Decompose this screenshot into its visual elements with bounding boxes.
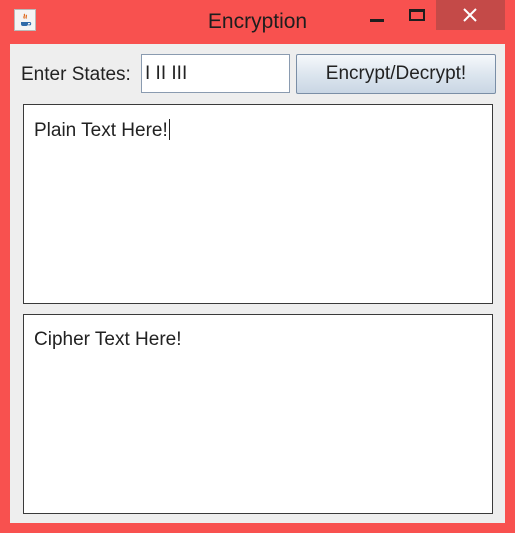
text-caret [168,119,170,140]
minimize-button[interactable] [354,0,400,30]
minimize-icon [370,19,384,22]
cipher-text-content: Cipher Text Here! [34,329,182,350]
title-bar[interactable]: Encryption [0,0,515,44]
encryption-window: Encryption Enter States: Encrypt/Decrypt… [0,0,515,533]
states-input[interactable] [141,54,290,93]
close-button[interactable] [436,0,505,30]
cipher-text-area[interactable]: Cipher Text Here! [23,314,493,514]
maximize-button[interactable] [395,0,441,30]
maximize-icon [409,9,425,21]
plain-text-content: Plain Text Here! [34,120,168,141]
content-panel: Enter States: Encrypt/Decrypt! Plain Tex… [10,44,505,523]
encrypt-decrypt-button[interactable]: Encrypt/Decrypt! [296,54,496,94]
plain-text-area[interactable]: Plain Text Here! [23,104,493,304]
close-icon [463,8,477,22]
states-label: Enter States: [21,64,131,85]
